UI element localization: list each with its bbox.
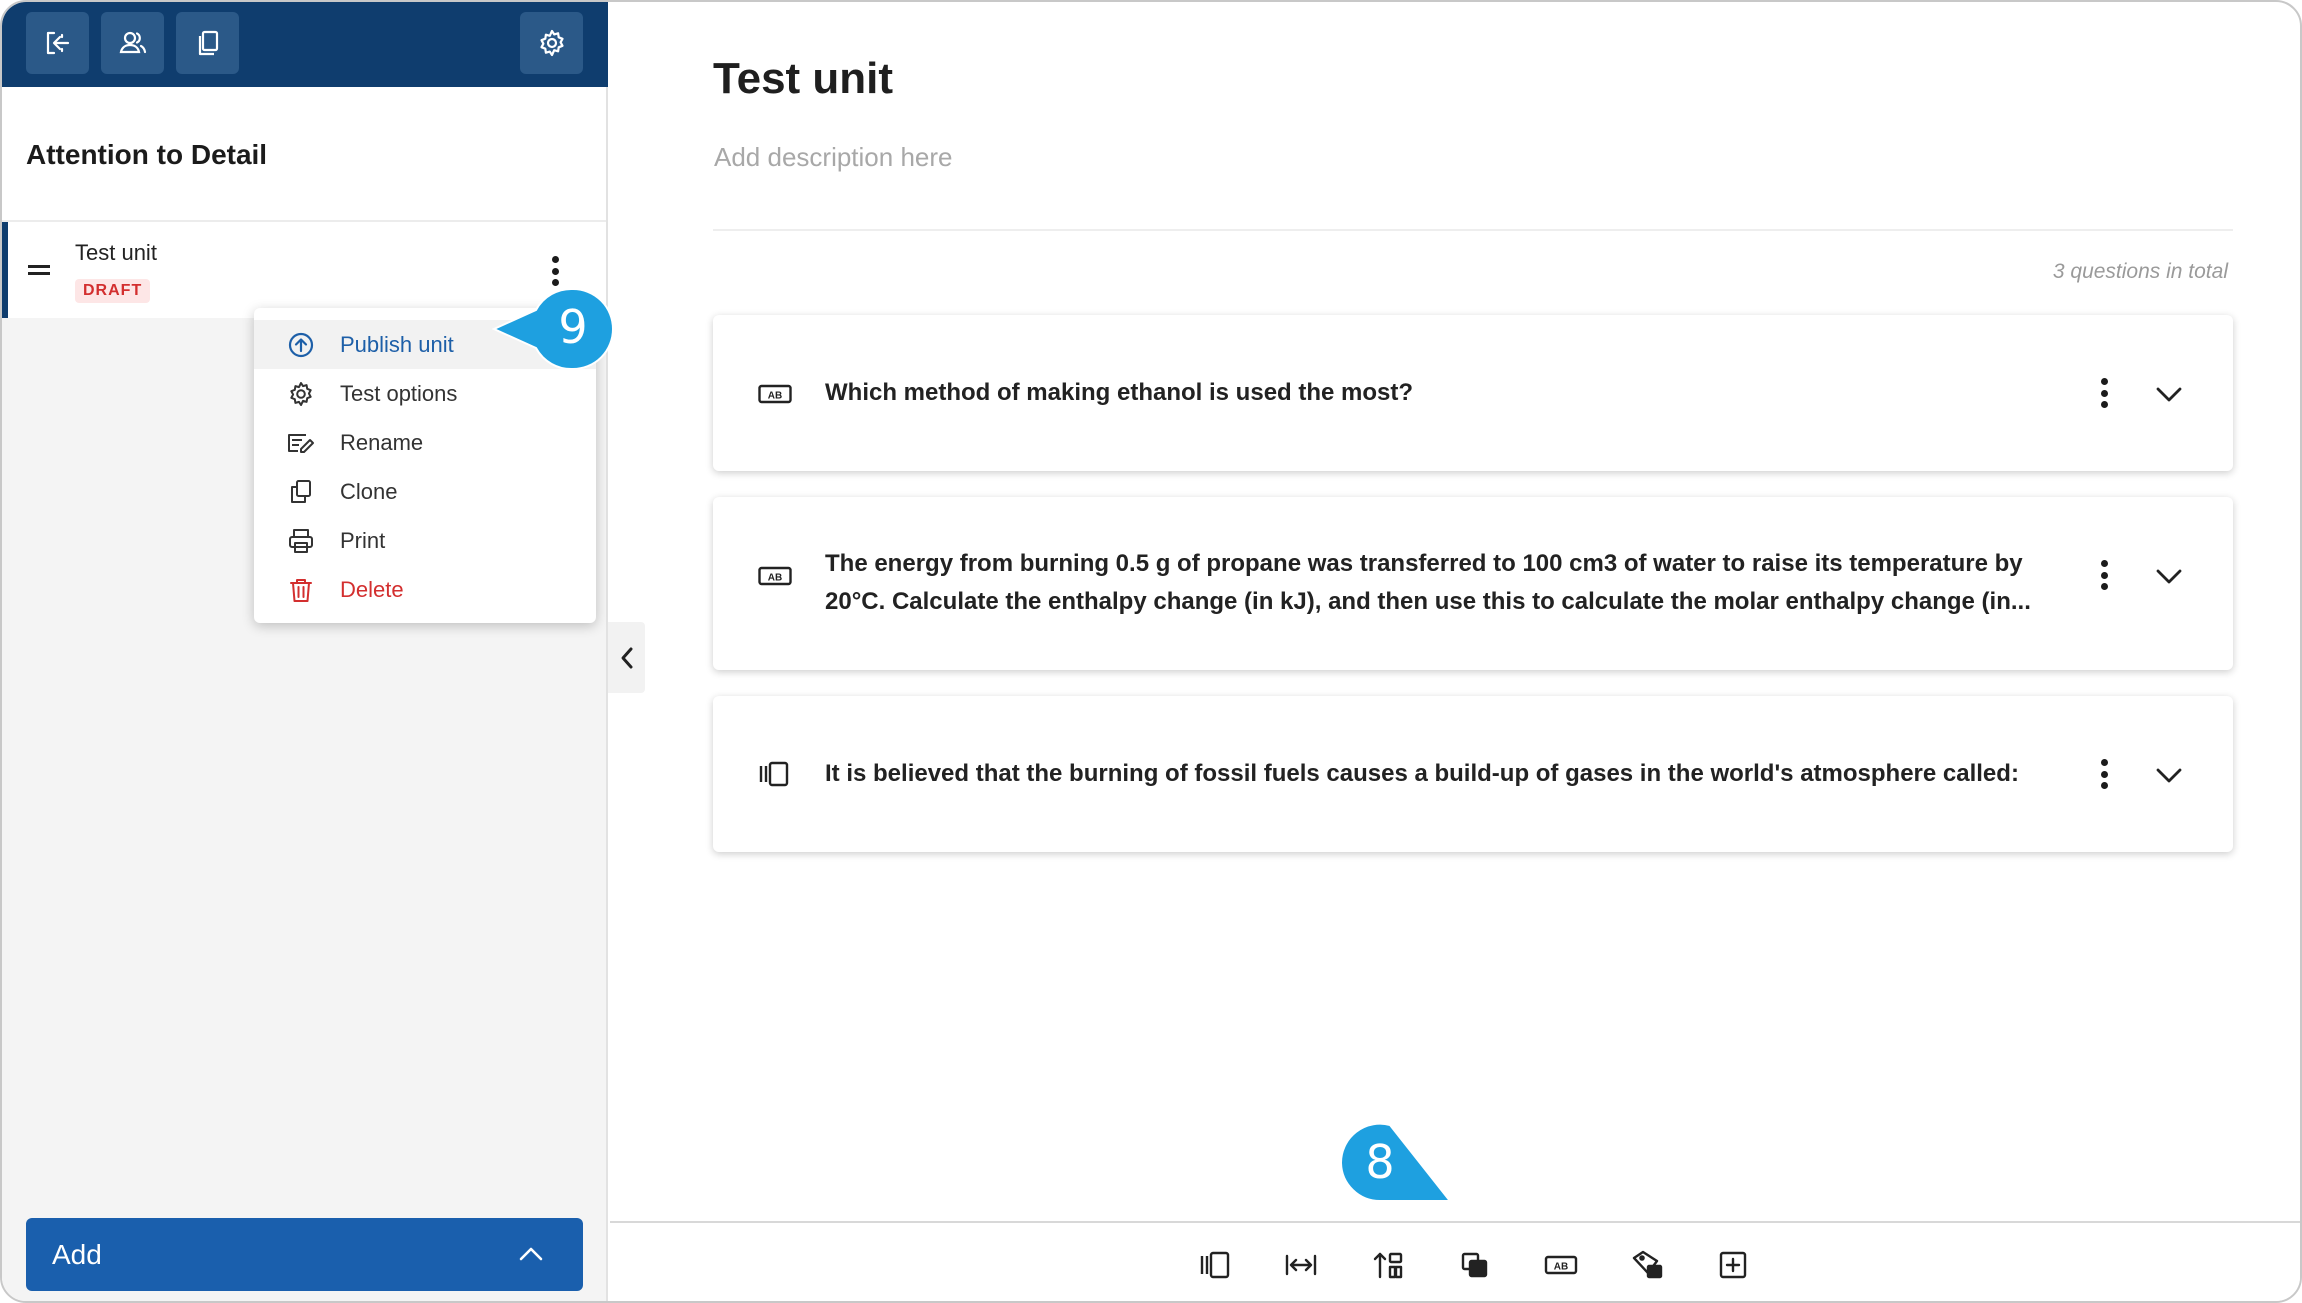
question-text: Which method of making ethanol is used t… — [825, 379, 1414, 406]
question-type-toolbar: AB — [610, 1221, 2300, 1301]
menu-item-label: Print — [340, 527, 386, 553]
menu-item-label: Test options — [340, 380, 458, 406]
status-badge: DRAFT — [75, 279, 151, 303]
menu-item-label: Publish unit — [340, 331, 454, 357]
page-title: Test unit — [713, 54, 894, 103]
add-block-icon[interactable] — [1716, 1249, 1750, 1281]
menu-item-label: Rename — [340, 429, 424, 455]
drag-handle-icon[interactable] — [28, 260, 54, 280]
settings-button[interactable] — [520, 12, 583, 74]
printer-icon — [289, 528, 313, 553]
copy-icon — [198, 30, 218, 56]
text-answer-icon[interactable]: AB — [1544, 1249, 1578, 1281]
copy-icon — [291, 479, 311, 503]
divider — [713, 229, 2233, 231]
gear-icon — [290, 381, 312, 406]
description-field[interactable]: Add description here — [714, 142, 952, 173]
chevron-down-icon[interactable] — [2154, 566, 2184, 586]
text-answer-icon: AB — [758, 384, 792, 404]
svg-text:AB: AB — [768, 391, 782, 402]
callout-8: 8 — [1338, 1122, 1454, 1203]
multiple-choice-icon — [759, 761, 789, 787]
sidebar-toolbar — [2, 2, 608, 87]
multiple-choice-icon[interactable] — [1198, 1249, 1232, 1281]
menu-item-label: Clone — [340, 478, 398, 504]
add-button[interactable]: Add — [26, 1218, 583, 1291]
chevron-down-icon[interactable] — [2154, 765, 2184, 785]
menu-item-delete[interactable]: Delete — [254, 565, 596, 614]
users-button[interactable] — [101, 12, 164, 74]
question-card[interactable]: AB Which method of making ethanol is use… — [713, 315, 2233, 471]
exit-button[interactable] — [26, 12, 89, 74]
question-text-line: The energy from burning 0.5 g of propane… — [825, 550, 2023, 577]
question-text-line: 20°C. Calculate the enthalpy change (in … — [825, 588, 2031, 615]
chevron-up-icon — [519, 1247, 543, 1261]
label-image-icon[interactable] — [1630, 1249, 1664, 1281]
menu-item-label: Delete — [340, 576, 404, 602]
svg-text:AB: AB — [1554, 1262, 1568, 1273]
question-text: It is believed that the burning of fossi… — [825, 760, 2019, 787]
callout-9: 9 — [490, 287, 614, 371]
question-menu-button[interactable] — [2098, 378, 2110, 408]
course-title: Attention to Detail — [26, 139, 268, 170]
gear-icon — [539, 29, 564, 57]
unit-name: Test unit — [75, 240, 157, 265]
app-window: Attention to Detail Test unit DRAFT Publ… — [0, 0, 2302, 1303]
unit-menu-button[interactable] — [549, 256, 561, 286]
duplicate-icon[interactable] — [1458, 1249, 1492, 1281]
question-menu-button[interactable] — [2098, 759, 2110, 789]
menu-item-rename[interactable]: Rename — [254, 418, 596, 467]
upload-circle-icon — [288, 332, 314, 357]
trash-icon — [290, 578, 312, 602]
sidebar-header: Attention to Detail — [2, 87, 606, 222]
collapse-sidebar-button[interactable] — [608, 622, 645, 693]
menu-item-clone[interactable]: Clone — [254, 467, 596, 516]
copy-button[interactable] — [176, 12, 239, 74]
rename-icon — [288, 433, 314, 453]
question-text: The energy from burning 0.5 g of propane… — [825, 545, 2065, 621]
question-menu-button[interactable] — [2098, 560, 2110, 590]
menu-item-print[interactable]: Print — [254, 516, 596, 565]
menu-item-test-options[interactable]: Test options — [254, 369, 596, 418]
add-button-label: Add — [52, 1238, 102, 1270]
match-pairs-icon[interactable] — [1284, 1249, 1318, 1281]
question-card[interactable]: AB The energy from burning 0.5 g of prop… — [713, 497, 2233, 670]
text-answer-icon: AB — [758, 566, 792, 586]
ordering-icon[interactable] — [1372, 1249, 1406, 1281]
exit-icon — [46, 31, 69, 55]
sidebar: Attention to Detail Test unit DRAFT Publ… — [2, 2, 608, 1301]
chevron-down-icon[interactable] — [2154, 384, 2184, 404]
users-icon — [119, 31, 146, 54]
question-card[interactable]: It is believed that the burning of fossi… — [713, 696, 2233, 852]
callout-number: 9 — [558, 300, 588, 354]
question-count: 3 questions in total — [2052, 260, 2228, 283]
svg-text:AB: AB — [768, 573, 782, 584]
callout-number: 8 — [1365, 1135, 1395, 1189]
chevron-left-icon — [621, 647, 632, 668]
